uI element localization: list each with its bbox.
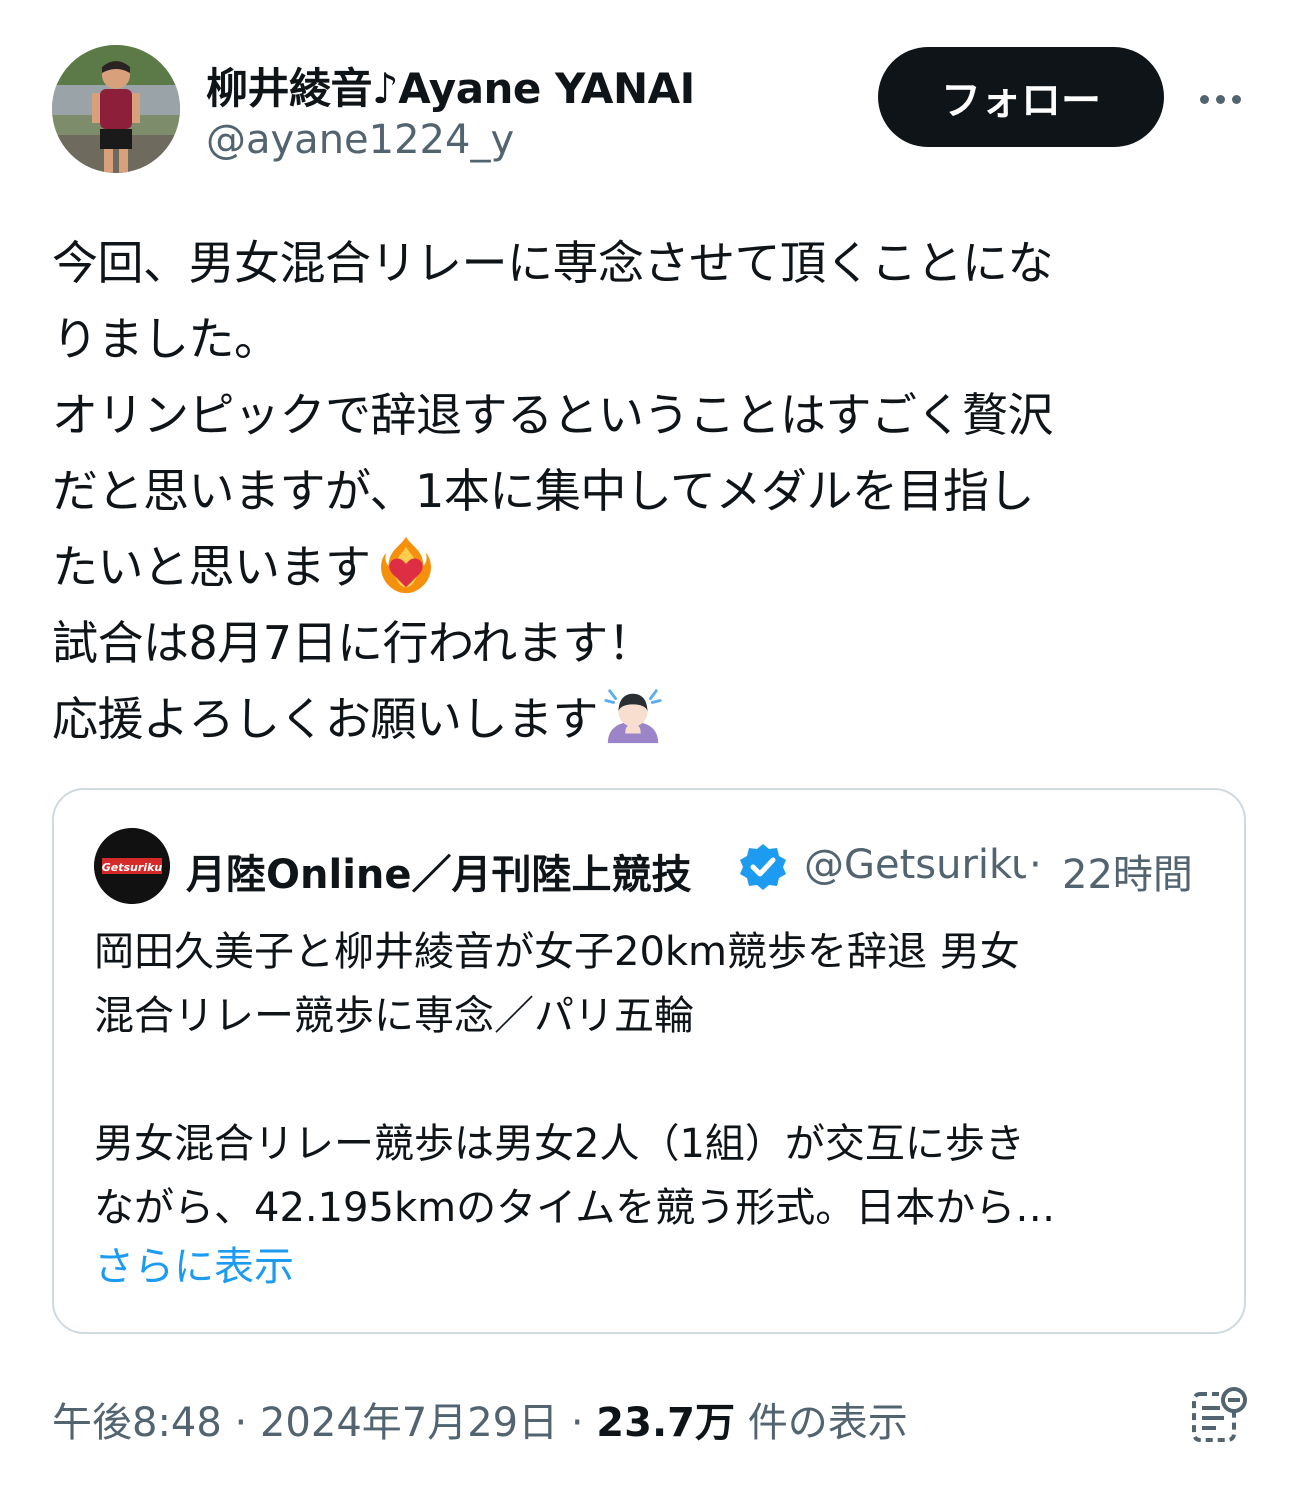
author-avatar[interactable] [52, 45, 180, 173]
tweet-line-text: 応援よろしくお願いします [52, 692, 599, 746]
quoted-handle[interactable]: @Getsuriku [804, 842, 1026, 888]
quoted-timestamp[interactable]: 22時間 [1062, 842, 1193, 900]
quoted-separator: · [1029, 842, 1042, 888]
post-time[interactable]: 午後8:48 [52, 1400, 222, 1446]
quoted-text: 岡田久美子と柳井綾音が女子20km競歩を辞退 男女 混合リレー競歩に専念／パリ五… [94, 920, 1204, 1240]
quoted-tweet-card[interactable]: Getsuriku 月陸Online／月刊陸上競技 @Getsuriku · 2… [52, 788, 1246, 1334]
heart-on-fire-icon [380, 536, 431, 594]
quoted-avatar[interactable]: Getsuriku [94, 828, 170, 904]
tweet-meta: 午後8:48 · 2024年7月29日 · 23.7万 件の表示 [52, 1390, 908, 1448]
grok-summary-icon[interactable] [1188, 1386, 1248, 1446]
quoted-line [94, 1048, 1204, 1112]
quoted-line: 岡田久美子と柳井綾音が女子20km競歩を辞退 男女 [94, 929, 1020, 975]
quoted-line: ながら、42.195kmのタイムを競う形式。日本から… [94, 1185, 1056, 1231]
verified-badge-icon [740, 844, 786, 890]
tweet-header: 柳井綾音♪Ayane YANAI @ayane1224_y フォロー [52, 45, 1248, 175]
more-options-icon[interactable] [1192, 81, 1248, 117]
person-bowing-icon [604, 689, 662, 744]
author-handle[interactable]: @ayane1224_y [206, 117, 514, 163]
tweet-line: 試合は8月7日に行われます！ [52, 616, 654, 670]
quoted-line: 男女混合リレー競歩は男女2人（1組）が交互に歩き [94, 1121, 1025, 1167]
tweet-line: だと思いますが、1本に集中してメダルを目指し [52, 464, 1034, 518]
tweet-line: 応援よろしくお願いします [52, 681, 1252, 757]
author-display-name[interactable]: 柳井綾音♪Ayane YANAI [206, 55, 695, 116]
meta-separator: · [570, 1400, 584, 1446]
quoted-line: 混合リレー競歩に専念／パリ五輪 [94, 993, 694, 1039]
meta-separator: · [234, 1400, 248, 1446]
tweet-text: 今回、男女混合リレーに専念させて頂くことにな りました。 オリンピックで辞退する… [52, 225, 1252, 757]
show-more-link[interactable]: さらに表示 [94, 1234, 294, 1292]
tweet-line: たいと思います [52, 529, 1252, 605]
tweet-line: 今回、男女混合リレーに専念させて頂くことにな [52, 236, 1054, 290]
follow-button[interactable]: フォロー [878, 47, 1164, 147]
views-count: 23.7万 [596, 1400, 735, 1446]
tweet-line-text: たいと思います [52, 540, 371, 594]
post-date[interactable]: 2024年7月29日 [260, 1400, 558, 1446]
views-label: 件の表示 [747, 1400, 908, 1446]
quoted-display-name[interactable]: 月陸Online／月刊陸上競技 [186, 842, 731, 900]
svg-text:Getsuriku: Getsuriku [102, 861, 163, 874]
tweet-line: オリンピックで辞退するということはすごく贅沢 [52, 388, 1054, 442]
tweet-line: りました。 [52, 312, 280, 366]
